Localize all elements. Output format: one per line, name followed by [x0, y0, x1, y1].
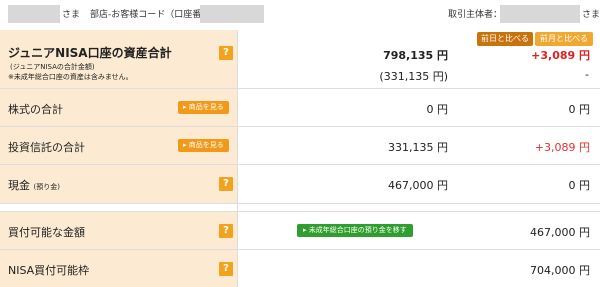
row-nisa-buyable-limit: NISA買付可能枠 ? 704,000 円 [0, 250, 600, 287]
holder-name-masked [500, 5, 580, 23]
customer-name-masked [8, 5, 60, 23]
row-stocks: 株式の合計 ▸ 商品を見る 0 円 0 円 [0, 89, 600, 126]
compare-prev-day-button[interactable]: 前日と比べる [477, 32, 533, 46]
stocks-change: 0 円 [568, 103, 591, 116]
customer-suffix: さま [62, 10, 81, 20]
funds-value: 331,135 円 [388, 141, 448, 154]
cash-value: 467,000 円 [388, 179, 448, 192]
buyable-value: 467,000 円 [530, 226, 590, 239]
view-stocks-button[interactable]: ▸ 商品を見る [178, 101, 229, 114]
help-icon[interactable]: ? [219, 177, 233, 191]
asset-summary-table: ジュニアNISA口座の資産合計 (ジュニアNISAの合計金額) ※未成年総合口座… [0, 30, 600, 287]
nisa-limit-label: NISA買付可能枠 [8, 264, 90, 277]
total-assets-nisa-value: (331,135 円) [379, 70, 448, 83]
funds-label: 投資信託の合計 [8, 141, 85, 154]
help-icon[interactable]: ? [219, 224, 233, 238]
row-investment-trusts: 投資信託の合計 ▸ 商品を見る 331,135 円 +3,089 円 [0, 127, 600, 164]
transfer-minor-deposit-button[interactable]: ▸ 未成年総合口座の預り金を移す [297, 224, 413, 237]
cash-label-small: (預り金) [33, 183, 60, 191]
total-assets-change: +3,089 円 [531, 49, 590, 62]
total-assets-change2: - [585, 68, 589, 81]
account-header: さま 部店-お客様コード（口座番号） 取引主体者： さま [0, 0, 600, 30]
holder-suffix: さま [582, 10, 600, 20]
total-assets-sub2: ※未成年総合口座の資産は含みません。 [8, 73, 133, 81]
help-icon[interactable]: ? [219, 46, 233, 60]
total-assets-label: ジュニアNISA口座の資産合計 [8, 46, 172, 60]
funds-change: +3,089 円 [534, 141, 590, 154]
row-total-assets: ジュニアNISA口座の資産合計 (ジュニアNISAの合計金額) ※未成年総合口座… [0, 30, 600, 88]
total-assets-value: 798,135 円 [383, 49, 448, 62]
buyable-label: 買付可能な金額 [8, 226, 85, 239]
compare-prev-month-button[interactable]: 前月と比べる [535, 32, 593, 46]
nisa-limit-value: 704,000 円 [530, 264, 590, 277]
help-icon[interactable]: ? [219, 262, 233, 276]
row-cash: 現金 (預り金) ? 467,000 円 0 円 [0, 165, 600, 203]
view-funds-button[interactable]: ▸ 商品を見る [178, 139, 229, 152]
holder-label: 取引主体者： [448, 10, 503, 20]
stocks-value: 0 円 [426, 103, 449, 116]
cash-change: 0 円 [568, 179, 591, 192]
total-assets-sub1: (ジュニアNISAの合計金額) [10, 63, 95, 71]
stocks-label: 株式の合計 [8, 103, 63, 116]
account-number-masked [200, 5, 264, 23]
cash-label: 現金 (預り金) [8, 179, 60, 192]
row-buyable-amount: 買付可能な金額 ? ▸ 未成年総合口座の預り金を移す 467,000 円 [0, 212, 600, 249]
